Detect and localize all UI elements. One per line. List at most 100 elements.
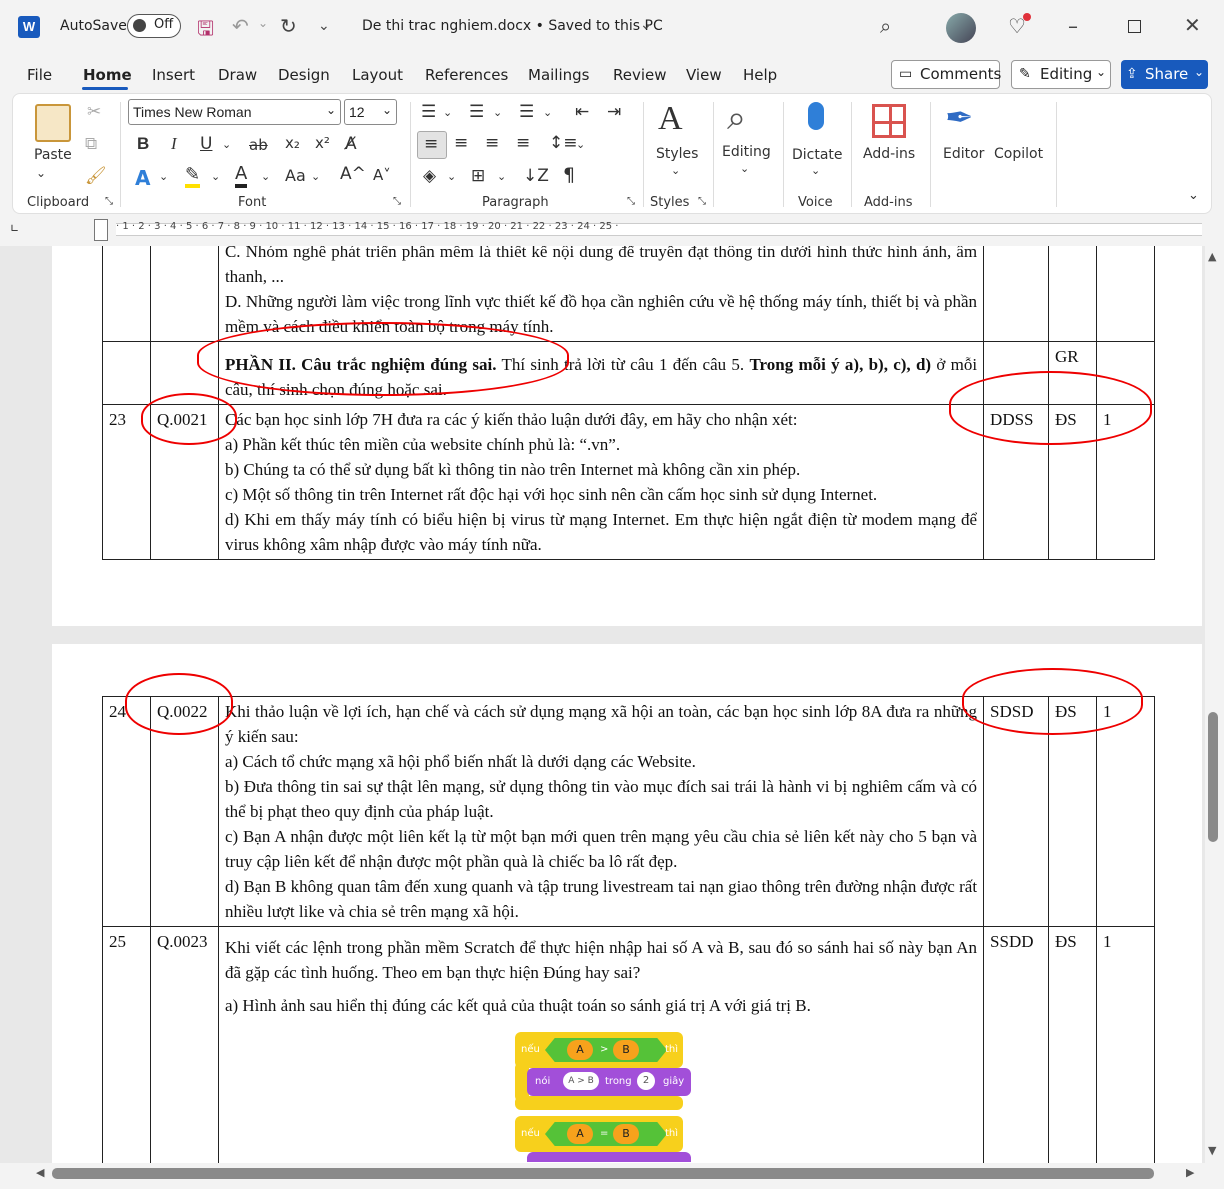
comments-button[interactable]: ▭ Comments (891, 60, 1001, 89)
tab-draw[interactable]: Draw (218, 66, 257, 84)
editing-mode-button[interactable]: ✎ Editing ⌄ (1011, 60, 1111, 89)
dictate-button[interactable]: Dictate (792, 147, 843, 163)
highlight-icon[interactable]: ✎ (185, 166, 201, 188)
tab-home[interactable]: Home (83, 66, 132, 84)
paste-chevron-icon[interactable]: ⌄ (36, 166, 46, 180)
align-right-icon[interactable]: ≡ (485, 133, 499, 153)
autosave-toggle[interactable]: Off (127, 14, 181, 38)
justify-icon[interactable]: ≡ (516, 133, 530, 153)
font-launcher-icon[interactable]: ⤡ (393, 196, 401, 207)
addins-button[interactable]: Add-ins (863, 146, 915, 162)
font-color-button[interactable]: A (235, 164, 248, 188)
font-color-chevron-icon[interactable]: ⌄ (261, 170, 270, 183)
title-chevron-down-icon[interactable]: ⌄ (640, 17, 652, 33)
font-name-combo[interactable]: Times New Roman ⌄ (128, 99, 341, 125)
borders-chevron-icon[interactable]: ⌄ (497, 170, 506, 183)
underline-button[interactable]: U (200, 134, 212, 154)
copy-icon[interactable]: ⧉ (85, 134, 97, 154)
scroll-down-icon[interactable]: ▼ (1208, 1144, 1216, 1157)
undo-dropdown-icon[interactable]: ⌄ (258, 16, 268, 30)
paste-icon[interactable] (35, 104, 71, 142)
styles-chevron-icon[interactable]: ⌄ (671, 164, 680, 177)
tab-references[interactable]: References (425, 66, 508, 84)
subscript-button[interactable]: x₂ (285, 134, 300, 152)
tab-layout[interactable]: Layout (352, 66, 403, 84)
score[interactable]: 1 (1096, 926, 1155, 1163)
strikethrough-button[interactable]: ab (249, 136, 268, 154)
copilot-button[interactable]: Copilot (994, 146, 1043, 162)
text-effects-icon[interactable]: A (135, 166, 150, 190)
bullets-chevron-icon[interactable]: ⌄ (443, 106, 452, 119)
italic-button[interactable]: I (171, 134, 177, 154)
horizontal-scroll-thumb[interactable] (52, 1168, 1154, 1179)
document-title[interactable]: De thi trac nghiem.docx • Saved to this … (362, 18, 663, 34)
question-type[interactable]: ĐS (1048, 926, 1097, 1163)
collapse-ribbon-icon[interactable]: ⌄ (1188, 188, 1199, 203)
cut-icon[interactable]: ✂ (87, 102, 101, 122)
answer-key[interactable]: SSDD (983, 926, 1050, 1163)
tab-review[interactable]: Review (613, 66, 667, 84)
share-button[interactable]: ⇪ Share ⌄ (1121, 60, 1208, 89)
line-spacing-chevron-icon[interactable]: ⌄ (576, 138, 585, 151)
styles-button[interactable]: Styles (656, 146, 698, 162)
question-code[interactable]: Q.0023 (149, 926, 219, 1163)
shading-icon[interactable]: ◈ (423, 166, 436, 186)
styles-launcher-icon[interactable]: ⤡ (698, 196, 706, 207)
question-number[interactable]: 24 (102, 696, 151, 927)
tab-file[interactable]: File (27, 66, 52, 84)
styles-icon[interactable]: A (658, 100, 683, 138)
vertical-scrollbar[interactable]: ▲ ▼ (1205, 246, 1224, 1163)
font-size-combo[interactable]: 12 ⌄ (344, 99, 397, 125)
multilevel-chevron-icon[interactable]: ⌄ (543, 106, 552, 119)
multilevel-list-icon[interactable]: ☰ (519, 102, 534, 122)
change-case-button[interactable]: Aa (285, 166, 306, 185)
numbering-icon[interactable]: ☰ (469, 102, 484, 122)
highlight-chevron-icon[interactable]: ⌄ (211, 170, 220, 183)
redo-icon[interactable]: ↻ (280, 14, 297, 38)
underline-chevron-icon[interactable]: ⌄ (222, 138, 231, 151)
paragraph-launcher-icon[interactable]: ⤡ (627, 196, 635, 207)
borders-icon[interactable]: ⊞ (471, 166, 485, 186)
tab-view[interactable]: View (686, 66, 722, 84)
clipboard-launcher-icon[interactable]: ⤡ (105, 196, 113, 207)
paste-label[interactable]: Paste (34, 147, 72, 163)
scroll-left-icon[interactable]: ◀ (36, 1166, 44, 1179)
show-marks-button[interactable]: ¶ (563, 164, 575, 186)
close-icon[interactable]: ✕ (1184, 13, 1201, 37)
editing-button[interactable]: Editing (722, 144, 771, 160)
format-painter-icon[interactable]: 🖌 (85, 166, 107, 186)
vertical-scroll-thumb[interactable] (1208, 712, 1218, 842)
tab-design[interactable]: Design (278, 66, 330, 84)
decrease-indent-icon[interactable]: ⇤ (575, 102, 589, 122)
sort-icon[interactable]: ↓Z (523, 166, 549, 186)
tab-help[interactable]: Help (743, 66, 777, 84)
customize-qat-icon[interactable]: ⌄ (318, 18, 330, 34)
search-icon[interactable]: ⌕ (880, 14, 891, 38)
score[interactable]: 1 (1096, 696, 1155, 927)
find-icon[interactable]: ⌕ (727, 98, 746, 138)
minimize-icon[interactable]: – (1068, 14, 1078, 38)
question-number[interactable]: 25 (102, 926, 151, 1163)
bullets-icon[interactable]: ☰ (421, 102, 436, 122)
numbering-chevron-icon[interactable]: ⌄ (493, 106, 502, 119)
dictate-chevron-icon[interactable]: ⌄ (811, 164, 820, 177)
scroll-right-icon[interactable]: ▶ (1186, 1166, 1194, 1179)
clear-formatting-icon[interactable]: A̸ (345, 134, 357, 154)
tab-insert[interactable]: Insert (152, 66, 195, 84)
align-center-icon[interactable]: ≡ (454, 133, 468, 153)
tab-mailings[interactable]: Mailings (528, 66, 589, 84)
editing-chevron-icon[interactable]: ⌄ (740, 162, 749, 175)
editor-icon[interactable]: ✒ (945, 98, 974, 138)
editor-button[interactable]: Editor (943, 146, 984, 162)
indent-marker[interactable] (94, 219, 108, 241)
increase-indent-icon[interactable]: ⇥ (607, 102, 621, 122)
maximize-icon[interactable] (1128, 20, 1141, 33)
grow-font-button[interactable]: A^ (340, 164, 366, 184)
bold-button[interactable]: B (137, 134, 149, 154)
line-spacing-icon[interactable]: ↕≡ (549, 133, 578, 153)
align-left-button[interactable]: ≡ (417, 131, 447, 159)
shading-chevron-icon[interactable]: ⌄ (447, 170, 456, 183)
addins-icon[interactable] (872, 104, 906, 138)
microphone-icon[interactable] (808, 102, 824, 130)
shrink-font-button[interactable]: A˅ (373, 166, 391, 184)
